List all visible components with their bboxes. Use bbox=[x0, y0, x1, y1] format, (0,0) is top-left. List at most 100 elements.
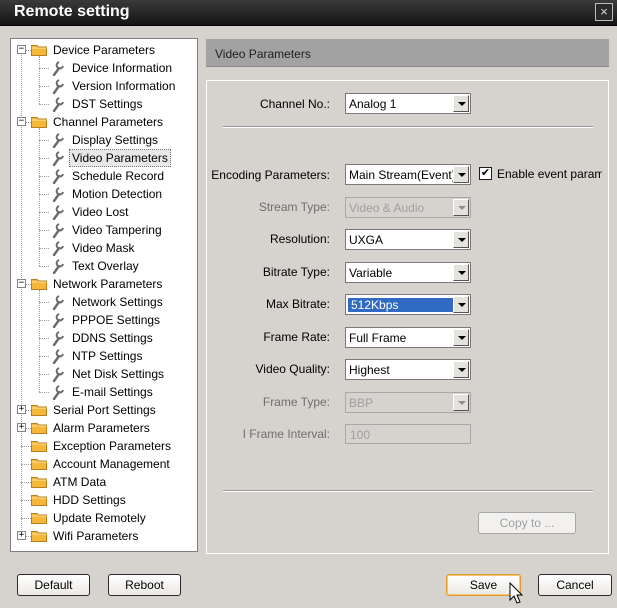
tree-connector bbox=[21, 500, 31, 501]
tree-connector bbox=[39, 194, 49, 195]
tree-item-device-parameters[interactable]: − Device Parameters bbox=[11, 41, 197, 59]
reboot-button[interactable]: Reboot bbox=[108, 574, 181, 596]
tree-connector bbox=[39, 266, 49, 267]
enable-event-label-clip: Enable event parameters bbox=[497, 167, 602, 183]
tree-item-account-management[interactable]: Account Management bbox=[11, 455, 197, 473]
tree-connector bbox=[39, 104, 49, 105]
tree-item-e-mail-settings[interactable]: E-mail Settings bbox=[11, 383, 197, 401]
tree-item-label: Text Overlay bbox=[72, 259, 139, 273]
video-parameters-panel: Channel No.: Analog 1 Encoding Parameter… bbox=[206, 80, 609, 554]
expand-plus-icon[interactable]: + bbox=[17, 423, 26, 432]
frame-rate-select[interactable]: Full Frame bbox=[345, 327, 471, 348]
max-bitrate-label: Max Bitrate: bbox=[265, 297, 330, 311]
tree-item-video-mask[interactable]: Video Mask bbox=[11, 239, 197, 257]
resolution-select[interactable]: UXGA bbox=[345, 229, 471, 250]
tree-connector bbox=[39, 140, 49, 141]
tree-item-label: Channel Parameters bbox=[53, 115, 164, 129]
tree-item-channel-parameters[interactable]: − Channel Parameters bbox=[11, 113, 197, 131]
tree-item-label: HDD Settings bbox=[53, 493, 126, 507]
tree-item-label: Display Settings bbox=[72, 133, 159, 147]
tree-item-label: Net Disk Settings bbox=[72, 367, 165, 381]
chevron-down-icon[interactable] bbox=[453, 231, 469, 248]
collapse-minus-icon[interactable]: − bbox=[17, 279, 26, 288]
tree-item-label: Exception Parameters bbox=[53, 439, 172, 453]
chevron-down-icon[interactable] bbox=[453, 95, 469, 112]
tree-item-ddns-settings[interactable]: DDNS Settings bbox=[11, 329, 197, 347]
tree-item-label: DST Settings bbox=[72, 97, 143, 111]
tree-item-label: Video Mask bbox=[72, 241, 135, 255]
tree-item-label: Network Settings bbox=[72, 295, 163, 309]
tree-connector bbox=[21, 446, 31, 447]
tree-item-pppoe-settings[interactable]: PPPOE Settings bbox=[11, 311, 197, 329]
expand-plus-icon[interactable]: + bbox=[17, 405, 26, 414]
tree-connector bbox=[39, 158, 49, 159]
title-bar: Remote setting × bbox=[0, 0, 617, 26]
close-button[interactable]: × bbox=[595, 3, 613, 21]
encoding-select[interactable]: Main Stream(Event) bbox=[345, 164, 471, 185]
collapse-minus-icon[interactable]: − bbox=[17, 117, 26, 126]
chevron-down-icon[interactable] bbox=[453, 361, 469, 378]
tree-item-motion-detection[interactable]: Motion Detection bbox=[11, 185, 197, 203]
tree-item-video-lost[interactable]: Video Lost bbox=[11, 203, 197, 221]
tree-item-device-information[interactable]: Device Information bbox=[11, 59, 197, 77]
bitrate-type-select[interactable]: Variable bbox=[345, 262, 471, 283]
tree-item-label: Video Tampering bbox=[72, 223, 162, 237]
tree-item-atm-data[interactable]: ATM Data bbox=[11, 473, 197, 491]
resolution-label: Resolution: bbox=[269, 232, 330, 246]
tree-item-serial-port-settings[interactable]: + Serial Port Settings bbox=[11, 401, 197, 419]
tree-item-label: NTP Settings bbox=[72, 349, 143, 363]
channel-select[interactable]: Analog 1 bbox=[345, 93, 471, 114]
i-frame-interval-label: I Frame Interval: bbox=[242, 427, 330, 441]
tree-item-alarm-parameters[interactable]: + Alarm Parameters bbox=[11, 419, 197, 437]
tree-item-label: E-mail Settings bbox=[72, 385, 153, 399]
enable-event-label: Enable event parameters bbox=[497, 167, 602, 181]
chevron-down-icon[interactable] bbox=[453, 264, 469, 281]
expand-plus-icon[interactable]: + bbox=[17, 531, 26, 540]
tree-connector bbox=[21, 464, 31, 465]
tree-item-text-overlay[interactable]: Text Overlay bbox=[11, 257, 197, 275]
tree-item-hdd-settings[interactable]: HDD Settings bbox=[11, 491, 197, 509]
tree-item-ntp-settings[interactable]: NTP Settings bbox=[11, 347, 197, 365]
tree-item-label: Version Information bbox=[72, 79, 176, 93]
tree-item-update-remotely[interactable]: Update Remotely bbox=[11, 509, 197, 527]
chevron-down-icon bbox=[453, 394, 469, 411]
tree-connector bbox=[39, 86, 49, 87]
settings-tree[interactable]: − Device Parameters Device Information Vers… bbox=[10, 38, 198, 552]
tree-item-network-parameters[interactable]: − Network Parameters bbox=[11, 275, 197, 293]
enable-event-checkbox[interactable]: ✔ bbox=[479, 167, 492, 180]
tree-connector bbox=[39, 374, 49, 375]
tree-item-wifi-parameters[interactable]: + Wifi Parameters bbox=[11, 527, 197, 545]
max-bitrate-select[interactable]: 512Kbps bbox=[345, 294, 471, 315]
chevron-down-icon[interactable] bbox=[453, 166, 469, 183]
panel-title: Video Parameters bbox=[215, 47, 311, 61]
tree-connector bbox=[21, 482, 31, 483]
tree-connector bbox=[39, 392, 49, 393]
video-quality-label: Video Quality: bbox=[255, 362, 331, 376]
tree-item-video-tampering[interactable]: Video Tampering bbox=[11, 221, 197, 239]
tree-item-label: Network Parameters bbox=[53, 277, 163, 291]
chevron-down-icon[interactable] bbox=[453, 296, 469, 313]
stream-type-label: Stream Type: bbox=[258, 200, 330, 214]
tree-item-display-settings[interactable]: Display Settings bbox=[11, 131, 197, 149]
tree-item-exception-parameters[interactable]: Exception Parameters bbox=[11, 437, 197, 455]
tree-item-label: ATM Data bbox=[53, 475, 107, 489]
copy-to-button[interactable]: Copy to ... bbox=[478, 512, 576, 534]
tree-connector bbox=[39, 338, 49, 339]
tree-item-version-information[interactable]: Version Information bbox=[11, 77, 197, 95]
tree-item-label: Video Lost bbox=[72, 205, 129, 219]
tree-item-network-settings[interactable]: Network Settings bbox=[11, 293, 197, 311]
tree-connector bbox=[21, 518, 31, 519]
collapse-minus-icon[interactable]: − bbox=[17, 45, 26, 54]
cancel-button[interactable]: Cancel bbox=[538, 574, 612, 596]
mouse-pointer-icon bbox=[509, 582, 524, 604]
tree-item-schedule-record[interactable]: Schedule Record bbox=[11, 167, 197, 185]
checkmark-icon: ✔ bbox=[480, 167, 491, 179]
tree-item-label: PPPOE Settings bbox=[72, 313, 161, 327]
tree-item-net-disk-settings[interactable]: Net Disk Settings bbox=[11, 365, 197, 383]
video-quality-select[interactable]: Highest bbox=[345, 359, 471, 380]
tree-item-dst-settings[interactable]: DST Settings bbox=[11, 95, 197, 113]
default-button[interactable]: Default bbox=[17, 574, 90, 596]
tree-connector bbox=[39, 302, 49, 303]
tree-item-video-parameters[interactable]: Video Parameters bbox=[11, 149, 197, 167]
chevron-down-icon[interactable] bbox=[453, 329, 469, 346]
